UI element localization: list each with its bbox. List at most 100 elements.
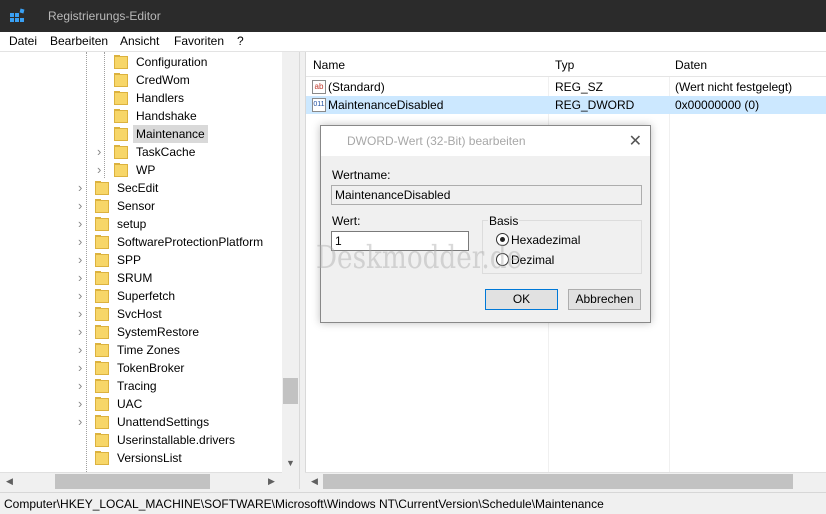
folder-icon — [95, 343, 109, 357]
chevron-right-icon[interactable]: › — [78, 215, 86, 231]
value-type: REG_SZ — [555, 80, 604, 94]
folder-icon — [114, 145, 128, 159]
value-name-label: Wertname: — [332, 168, 391, 182]
tree-item-uac[interactable]: › UAC — [0, 395, 282, 413]
chevron-right-icon[interactable]: › — [78, 323, 86, 339]
tree-item-tracing[interactable]: › Tracing — [0, 377, 282, 395]
tree-item-configuration[interactable]: Configuration — [0, 53, 282, 71]
value-name: MaintenanceDisabled — [328, 98, 444, 112]
chevron-right-icon[interactable]: › — [78, 251, 86, 267]
list-row-maintenancedisabled[interactable]: 011 MaintenanceDisabled REG_DWORD 0x0000… — [306, 96, 826, 114]
list-row-default[interactable]: ab (Standard) REG_SZ (Wert nicht festgel… — [306, 78, 826, 96]
chevron-right-icon[interactable]: › — [78, 359, 86, 375]
scroll-right-icon[interactable]: ▶ — [268, 476, 275, 487]
tree-item-label: UAC — [117, 397, 143, 411]
tree-item-label: SvcHost — [117, 307, 162, 321]
menu-datei[interactable]: Datei — [9, 34, 37, 48]
folder-icon — [95, 451, 109, 465]
folder-icon — [114, 163, 128, 177]
menu-help[interactable]: ? — [237, 34, 244, 48]
tree-item-label: Maintenance — [133, 125, 208, 143]
tree-item-handshake[interactable]: Handshake — [0, 107, 282, 125]
tree-item-setup[interactable]: › setup — [0, 215, 282, 233]
tree-item-label: TaskCache — [136, 145, 196, 159]
tree-item-label: Time Zones — [117, 343, 180, 357]
value-name: (Standard) — [328, 80, 385, 94]
tree-item-systemrestore[interactable]: › SystemRestore — [0, 323, 282, 341]
column-header-type[interactable]: Typ — [555, 58, 574, 72]
folder-icon — [95, 415, 109, 429]
column-header-name[interactable]: Name — [313, 58, 345, 72]
chevron-right-icon[interactable]: › — [78, 413, 86, 429]
tree-item-userinstallable-drivers[interactable]: Userinstallable.drivers — [0, 431, 282, 449]
chevron-right-icon[interactable]: › — [78, 287, 86, 303]
tree-item-unattendsettings[interactable]: › UnattendSettings — [0, 413, 282, 431]
registry-tree[interactable]: Configuration CredWom Handlers Handshake Mai… — [0, 52, 300, 489]
chevron-right-icon[interactable]: › — [78, 377, 86, 393]
title-bar: Registrierungs-Editor — [0, 0, 826, 32]
tree-item-taskcache[interactable]: › TaskCache — [0, 143, 282, 161]
menu-ansicht[interactable]: Ansicht — [120, 34, 159, 48]
chevron-right-icon[interactable]: › — [78, 395, 86, 411]
tree-item-label: Userinstallable.drivers — [117, 433, 236, 447]
tree-vertical-scrollbar[interactable]: ▼ — [282, 52, 299, 472]
tree-item-credwom[interactable]: CredWom — [0, 71, 282, 89]
cancel-button[interactable]: Abbrechen — [568, 289, 641, 310]
chevron-right-icon[interactable]: › — [78, 341, 86, 357]
folder-icon — [95, 271, 109, 285]
registry-path: Computer\HKEY_LOCAL_MACHINE\SOFTWARE\Mic… — [4, 497, 604, 511]
chevron-right-icon[interactable]: › — [78, 233, 86, 249]
value-type: REG_DWORD — [555, 98, 635, 112]
menu-bearbeiten[interactable]: Bearbeiten — [50, 34, 108, 48]
folder-icon — [95, 235, 109, 249]
tree-item-label: SPP — [117, 253, 142, 267]
tree-item-time-zones[interactable]: › Time Zones — [0, 341, 282, 359]
dword-edit-dialog: DWORD-Wert (32-Bit) bearbeiten ✕ Wertnam… — [320, 125, 651, 323]
scroll-thumb[interactable] — [323, 474, 793, 489]
tree-item-secedit[interactable]: › SecEdit — [0, 179, 282, 197]
chevron-right-icon[interactable]: › — [78, 305, 86, 321]
tree-item-label: WP — [136, 163, 156, 177]
column-header-data[interactable]: Daten — [675, 58, 707, 72]
close-icon[interactable]: ✕ — [629, 131, 642, 151]
tree-item-versionslist[interactable]: VersionsList — [0, 449, 282, 467]
folder-icon — [95, 199, 109, 213]
folder-icon — [95, 307, 109, 321]
tree-item-wp[interactable]: › WP — [0, 161, 282, 179]
tree-item-softwareprotectionplatform[interactable]: › SoftwareProtectionPlatform — [0, 233, 282, 251]
chevron-right-icon[interactable]: › — [97, 161, 105, 177]
tree-item-superfetch[interactable]: › Superfetch — [0, 287, 282, 305]
value-data: 0x00000000 (0) — [675, 98, 760, 112]
tree-item-srum[interactable]: › SRUM — [0, 269, 282, 287]
menu-favoriten[interactable]: Favoriten — [174, 34, 224, 48]
tree-item-label: SystemRestore — [117, 325, 200, 339]
tree-item-spp[interactable]: › SPP — [0, 251, 282, 269]
folder-icon — [95, 397, 109, 411]
list-horizontal-scrollbar[interactable]: ◀ — [305, 472, 826, 490]
scroll-thumb[interactable] — [283, 378, 298, 404]
tree-horizontal-scrollbar[interactable]: ◀ ▶ — [0, 472, 282, 490]
value-label: Wert: — [332, 214, 361, 228]
scroll-left-icon[interactable]: ◀ — [311, 476, 318, 487]
string-value-icon: ab — [312, 80, 326, 94]
tree-item-svchost[interactable]: › SvcHost — [0, 305, 282, 323]
tree-item-handlers[interactable]: Handlers — [0, 89, 282, 107]
folder-icon — [95, 253, 109, 267]
tree-item-tokenbroker[interactable]: › TokenBroker — [0, 359, 282, 377]
value-name-field[interactable]: MaintenanceDisabled — [331, 185, 642, 205]
scroll-left-icon[interactable]: ◀ — [6, 476, 13, 487]
tree-item-maintenance[interactable]: Maintenance — [0, 125, 282, 143]
folder-icon — [95, 433, 109, 447]
tree-item-sensor[interactable]: › Sensor — [0, 197, 282, 215]
chevron-right-icon[interactable]: › — [78, 269, 86, 285]
scroll-down-icon[interactable]: ▼ — [286, 458, 295, 468]
tree-item-label: Sensor — [117, 199, 156, 213]
tree-item-label: Handlers — [136, 91, 185, 105]
chevron-right-icon[interactable]: › — [97, 143, 105, 159]
scroll-thumb[interactable] — [55, 474, 210, 489]
folder-icon — [114, 127, 128, 141]
tree-item-label: Tracing — [117, 379, 157, 393]
chevron-right-icon[interactable]: › — [78, 179, 86, 195]
ok-button[interactable]: OK — [485, 289, 558, 310]
chevron-right-icon[interactable]: › — [78, 197, 86, 213]
